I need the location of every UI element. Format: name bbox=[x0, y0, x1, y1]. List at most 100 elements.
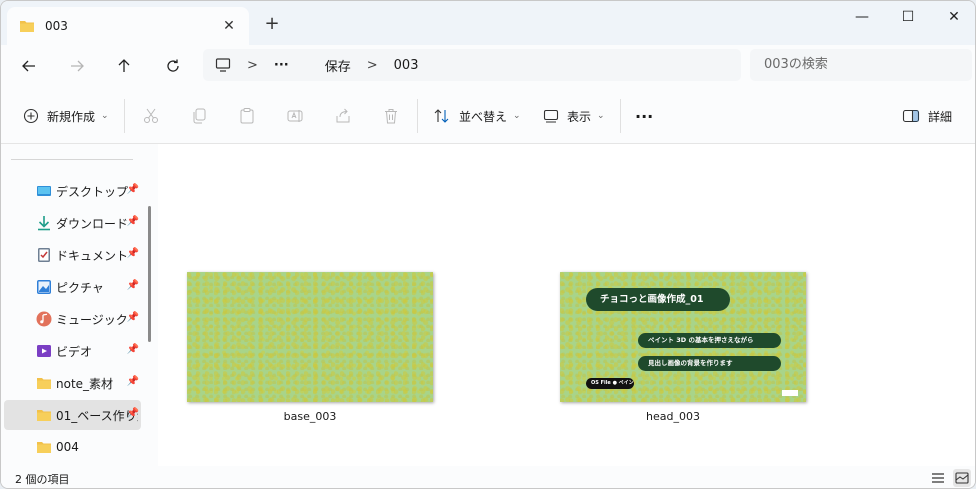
view-button[interactable]: 表示 ⌄ bbox=[543, 103, 605, 129]
item-count: 2 個の項目 bbox=[15, 473, 70, 486]
copy-button[interactable] bbox=[187, 104, 211, 128]
thumbnail-subtitle: 見出し画像の背景を作ります bbox=[638, 356, 781, 371]
view-icon bbox=[543, 109, 559, 123]
pin-icon: 📌 bbox=[126, 216, 139, 227]
rename-icon bbox=[287, 110, 303, 122]
sidebar-item-note-sozai[interactable]: note_素材 📌 bbox=[4, 368, 141, 398]
sidebar-item-01-base[interactable]: 01_ベース作り素 📌 bbox=[4, 400, 141, 430]
thumbnail-watermark bbox=[782, 390, 798, 396]
chevron-down-icon: ⌄ bbox=[597, 111, 605, 121]
breadcrumb-item-保存[interactable]: 保存 bbox=[325, 56, 351, 75]
folder-icon bbox=[20, 21, 34, 32]
details-pane-button[interactable]: 詳細 bbox=[902, 103, 952, 129]
pin-icon: 📌 bbox=[126, 376, 139, 387]
thumbnail-image bbox=[187, 272, 433, 402]
file-explorer-window: 003 ✕ + — ☐ ✕ > ··· 保存 > 003 003の検索 新規作成… bbox=[0, 0, 976, 489]
close-window-button[interactable]: ✕ bbox=[931, 1, 975, 33]
new-tab-button[interactable]: + bbox=[261, 13, 283, 35]
rename-button[interactable] bbox=[283, 104, 307, 128]
minimize-button[interactable]: — bbox=[839, 1, 885, 33]
forward-button[interactable] bbox=[62, 51, 92, 81]
view-button-label: 表示 bbox=[567, 109, 592, 124]
videos-icon bbox=[37, 345, 51, 357]
command-bar: 新規作成 ⌄ 並べ替え ⌄ 表示 ⌄ ··· 詳細 bbox=[1, 87, 975, 144]
sidebar-item-documents[interactable]: ドキュメント 📌 bbox=[4, 240, 141, 270]
pin-icon: 📌 bbox=[126, 408, 139, 419]
sidebar-item-desktop[interactable]: デスクトップ 📌 bbox=[4, 176, 141, 206]
folder-icon bbox=[37, 378, 51, 389]
pin-icon: 📌 bbox=[126, 344, 139, 355]
sort-icon bbox=[434, 109, 449, 123]
breadcrumb-separator: > bbox=[247, 57, 258, 73]
chevron-down-icon: ⌄ bbox=[513, 111, 521, 121]
tab-close-button[interactable]: ✕ bbox=[219, 16, 239, 36]
thumbnail-subtitle: ペイント 3D の基本を押さえながら bbox=[638, 333, 781, 348]
large-icons-view-button[interactable] bbox=[953, 469, 971, 487]
pin-icon: 📌 bbox=[126, 184, 139, 195]
clipboard-icon bbox=[240, 108, 254, 124]
file-thumbnail-base-003[interactable] bbox=[187, 272, 433, 402]
sidebar-item-music[interactable]: ミュージック 📌 bbox=[4, 304, 141, 334]
computer-icon bbox=[215, 58, 231, 72]
sidebar-item-label: 004 bbox=[56, 440, 79, 454]
status-bar: 2 個の項目 bbox=[1, 466, 975, 488]
divider bbox=[620, 99, 621, 133]
file-name-label[interactable]: base_003 bbox=[187, 410, 433, 423]
sidebar-item-videos[interactable]: ビデオ 📌 bbox=[4, 336, 141, 366]
list-view-icon bbox=[932, 473, 944, 483]
up-button[interactable] bbox=[109, 51, 139, 81]
arrow-up-icon bbox=[118, 59, 130, 72]
details-view-button[interactable] bbox=[929, 469, 947, 487]
address-bar[interactable]: > ··· 保存 > 003 bbox=[203, 49, 741, 81]
sort-button[interactable]: 並べ替え ⌄ bbox=[433, 103, 521, 129]
file-name-label[interactable]: head_003 bbox=[550, 410, 796, 423]
details-label: 詳細 bbox=[928, 109, 953, 124]
scissors-icon bbox=[144, 108, 158, 123]
delete-button[interactable] bbox=[379, 104, 403, 128]
navigation-pane: デスクトップ 📌 ダウンロード 📌 ドキュメント 📌 ピクチャ 📌 ミュージック… bbox=[1, 144, 158, 466]
details-pane-icon bbox=[902, 109, 920, 123]
refresh-button[interactable] bbox=[158, 51, 188, 81]
pin-icon: 📌 bbox=[126, 312, 139, 323]
share-icon bbox=[336, 108, 350, 123]
arrow-right-icon bbox=[71, 60, 84, 72]
chevron-down-icon: ⌄ bbox=[101, 111, 109, 121]
cut-button[interactable] bbox=[139, 104, 163, 128]
folder-icon bbox=[37, 442, 51, 453]
sidebar-scrollbar[interactable] bbox=[148, 206, 151, 342]
maximize-button[interactable]: ☐ bbox=[885, 1, 931, 33]
grid-view-icon bbox=[955, 472, 969, 484]
refresh-icon bbox=[167, 59, 179, 72]
thumbnail-badge: OS File ● ペイント 3D bbox=[586, 378, 634, 389]
back-button[interactable] bbox=[14, 51, 44, 81]
more-options-button[interactable]: ··· bbox=[635, 103, 653, 129]
documents-icon bbox=[38, 248, 50, 262]
music-icon bbox=[36, 311, 52, 327]
breadcrumb-item-003[interactable]: 003 bbox=[394, 58, 419, 73]
arrow-left-icon bbox=[22, 60, 35, 72]
download-icon bbox=[38, 216, 50, 231]
paste-button[interactable] bbox=[235, 104, 259, 128]
sidebar-item-pictures[interactable]: ピクチャ 📌 bbox=[4, 272, 141, 302]
file-list: base_003 チョコっと画像作成_01 ペイント 3D の基本を押さえながら… bbox=[158, 144, 975, 466]
plus-circle-icon bbox=[23, 108, 39, 124]
title-bar: 003 ✕ + — ☐ ✕ bbox=[1, 1, 975, 45]
breadcrumb-separator: > bbox=[366, 57, 378, 73]
desktop-icon bbox=[37, 186, 51, 196]
search-input[interactable]: 003の検索 bbox=[750, 49, 972, 81]
sidebar-item-downloads[interactable]: ダウンロード 📌 bbox=[4, 208, 141, 238]
tab-003[interactable]: 003 ✕ bbox=[7, 7, 249, 45]
share-button[interactable] bbox=[331, 104, 355, 128]
file-thumbnail-head-003[interactable]: チョコっと画像作成_01 ペイント 3D の基本を押さえながら 見出し画像の背景… bbox=[560, 272, 806, 402]
sort-button-label: 並べ替え bbox=[459, 109, 508, 124]
tab-title: 003 bbox=[45, 19, 68, 33]
divider bbox=[417, 99, 418, 133]
breadcrumb-overflow[interactable]: ··· bbox=[274, 58, 289, 73]
pin-icon: 📌 bbox=[126, 280, 139, 291]
new-button[interactable]: 新規作成 ⌄ bbox=[23, 103, 109, 129]
sidebar-item-004[interactable]: 004 bbox=[4, 432, 141, 462]
trash-icon bbox=[385, 109, 397, 124]
copy-icon bbox=[193, 108, 206, 124]
divider bbox=[11, 159, 133, 160]
pictures-icon bbox=[37, 280, 51, 294]
